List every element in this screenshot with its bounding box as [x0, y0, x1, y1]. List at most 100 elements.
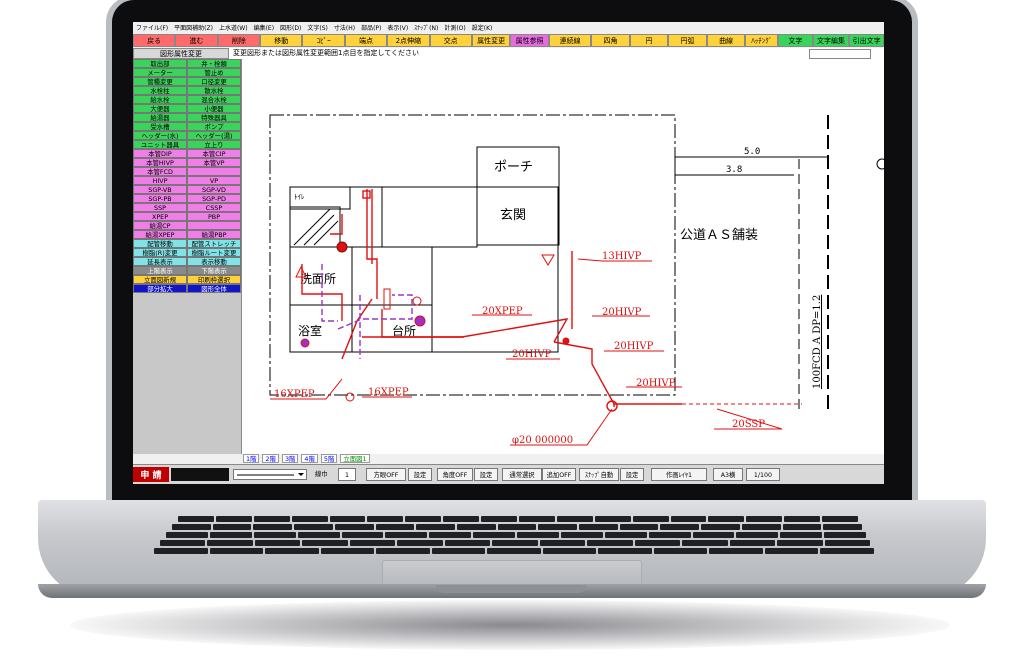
menu-item[interactable]: 計測(O): [444, 23, 465, 32]
palette-button[interactable]: SSP: [133, 203, 187, 212]
menu-item[interactable]: 設定(K): [472, 23, 493, 32]
palette-button[interactable]: 取出部: [133, 59, 187, 68]
palette-button[interactable]: 給湯PBP: [187, 230, 241, 239]
toolbar-button[interactable]: 引出文字: [849, 34, 884, 47]
palette-button[interactable]: 散水栓: [187, 86, 241, 95]
palette-button[interactable]: 給湯器: [133, 113, 187, 122]
palette-button[interactable]: 立上り: [187, 140, 241, 149]
menu-item[interactable]: 上水道(W): [219, 23, 248, 32]
color-swatch[interactable]: [171, 468, 229, 481]
menu-item[interactable]: 表示(V): [387, 23, 408, 32]
snap-settings-button[interactable]: 設定: [620, 468, 644, 481]
palette-button[interactable]: 本管VP: [187, 158, 241, 167]
palette-button[interactable]: 混合水栓: [187, 95, 241, 104]
layer-tab[interactable]: 1階: [243, 454, 260, 463]
palette-button[interactable]: ユニット器具: [133, 140, 187, 149]
angle-toggle[interactable]: 角度OFF: [437, 468, 473, 481]
toolbar-button[interactable]: ｺﾋﾟｰ: [302, 34, 345, 47]
toolbar-button[interactable]: 交点: [429, 34, 472, 47]
palette-button[interactable]: PBP: [187, 212, 241, 221]
linewidth-stepper[interactable]: 1: [338, 468, 356, 481]
palette-button[interactable]: 大便器: [133, 104, 187, 113]
palette-button[interactable]: 上階表示: [133, 266, 187, 275]
toolbar-button[interactable]: 文字編集: [812, 34, 850, 47]
palette-button[interactable]: [187, 167, 241, 176]
palette-button[interactable]: SGP-VB: [133, 185, 187, 194]
toolbar-button[interactable]: 連続線: [548, 34, 592, 47]
layer-tab[interactable]: 4階: [301, 454, 318, 463]
menu-item[interactable]: 図形(D): [280, 23, 301, 32]
grid-toggle[interactable]: 方眼OFF: [366, 468, 406, 481]
palette-button[interactable]: 本管DIP: [133, 149, 187, 158]
palette-button[interactable]: SGP-VD: [187, 185, 241, 194]
toolbar-button[interactable]: 移動: [260, 34, 303, 47]
layer-tab[interactable]: 5階: [320, 454, 338, 463]
palette-button[interactable]: SGP-PB: [133, 194, 187, 203]
toolbar-button[interactable]: 属性参照: [510, 34, 549, 47]
toolbar-button[interactable]: 属性変更: [471, 34, 511, 47]
palette-button[interactable]: 受水槽: [133, 122, 187, 131]
toolbar-button[interactable]: 2点伸縮: [387, 34, 430, 47]
menu-item[interactable]: ファイル(F): [136, 23, 168, 32]
menu-item[interactable]: 部品(P): [361, 23, 381, 32]
palette-button[interactable]: 本管CIP: [187, 149, 241, 158]
palette-button[interactable]: VP: [187, 176, 241, 185]
palette-button[interactable]: 表示移動: [187, 257, 241, 266]
palette-button[interactable]: メーター: [133, 68, 187, 77]
scale-display[interactable]: 1/100: [746, 468, 780, 481]
palette-button[interactable]: 特殊器具: [187, 113, 241, 122]
toolbar-button[interactable]: ﾊｯﾁﾝｸﾞ: [745, 34, 779, 47]
menu-item[interactable]: 寸法(H): [334, 23, 355, 32]
toolbar-button[interactable]: 円: [629, 34, 669, 47]
palette-button[interactable]: XPEP: [133, 212, 187, 221]
toolbar-button[interactable]: 文字: [778, 34, 813, 47]
menu-item[interactable]: 平面図補助(Z): [174, 23, 213, 32]
palette-button[interactable]: 樹脂(R)変更: [133, 248, 187, 257]
palette-button[interactable]: 下階表示: [187, 266, 241, 275]
toolbar-button[interactable]: 戻る: [133, 34, 176, 47]
layer-tab[interactable]: 3階: [281, 454, 299, 463]
toolbar-button[interactable]: 四角: [591, 34, 630, 47]
palette-button[interactable]: ヘッダー(水): [133, 131, 187, 140]
menu-item[interactable]: ｽﾅｯﾌﾟ(N): [414, 23, 438, 32]
palette-button[interactable]: 図形全体: [187, 284, 241, 293]
drawing-canvas[interactable]: ポーチ 玄関 ﾄｲﾚ 洗面所 浴室 台所 公道ＡＳ舗装 5.0 3.8 100F…: [241, 59, 884, 454]
add-select-toggle[interactable]: 追加OFF: [542, 468, 576, 481]
layer-tab[interactable]: 立面図1: [340, 454, 370, 463]
palette-button[interactable]: 給水栓: [133, 95, 187, 104]
palette-button[interactable]: 給湯XPEP: [133, 230, 187, 239]
palette-button[interactable]: 配管ストレッチ: [187, 239, 241, 248]
palette-button[interactable]: 部分拡大: [133, 284, 187, 293]
palette-button[interactable]: 水栓柱: [133, 86, 187, 95]
line-type-select[interactable]: [233, 469, 307, 480]
palette-button[interactable]: ヘッダー(湯): [187, 131, 241, 140]
palette-button[interactable]: 本管FCD: [133, 167, 187, 176]
palette-button[interactable]: CSSP: [187, 203, 241, 212]
toolbar-button[interactable]: 削除: [217, 34, 261, 47]
apply-button[interactable]: 申 請: [133, 467, 169, 482]
palette-button[interactable]: [187, 221, 241, 230]
palette-button[interactable]: 口径変更: [187, 77, 241, 86]
palette-button[interactable]: 印刷枠選択: [187, 275, 241, 284]
palette-button[interactable]: 小便器: [187, 104, 241, 113]
menu-item[interactable]: 文字(S): [307, 23, 328, 32]
command-input[interactable]: [809, 49, 871, 59]
palette-button[interactable]: 給湯CP: [133, 221, 187, 230]
palette-button[interactable]: 管止め: [187, 68, 241, 77]
palette-button[interactable]: 本管HIVP: [133, 158, 187, 167]
layer-select[interactable]: 作画ﾚｲﾔ1: [651, 468, 707, 481]
palette-button[interactable]: 弁・栓類: [187, 59, 241, 68]
toolbar-button[interactable]: 進む: [175, 34, 218, 47]
palette-button[interactable]: 樹脂ルート変更: [187, 248, 241, 257]
angle-settings-button[interactable]: 設定: [474, 468, 498, 481]
paper-size[interactable]: A3横: [713, 468, 743, 481]
palette-button[interactable]: 立面図新規: [133, 275, 187, 284]
palette-button[interactable]: ポンプ: [187, 122, 241, 131]
menu-item[interactable]: 編集(E): [254, 23, 274, 32]
palette-button[interactable]: SGP-PD: [187, 194, 241, 203]
palette-button[interactable]: HIVP: [133, 176, 187, 185]
select-mode-button[interactable]: 通常選択: [502, 468, 542, 481]
grid-settings-button[interactable]: 設定: [408, 468, 432, 481]
toolbar-button[interactable]: 端点: [344, 34, 388, 47]
toolbar-button[interactable]: 円弧: [668, 34, 707, 47]
